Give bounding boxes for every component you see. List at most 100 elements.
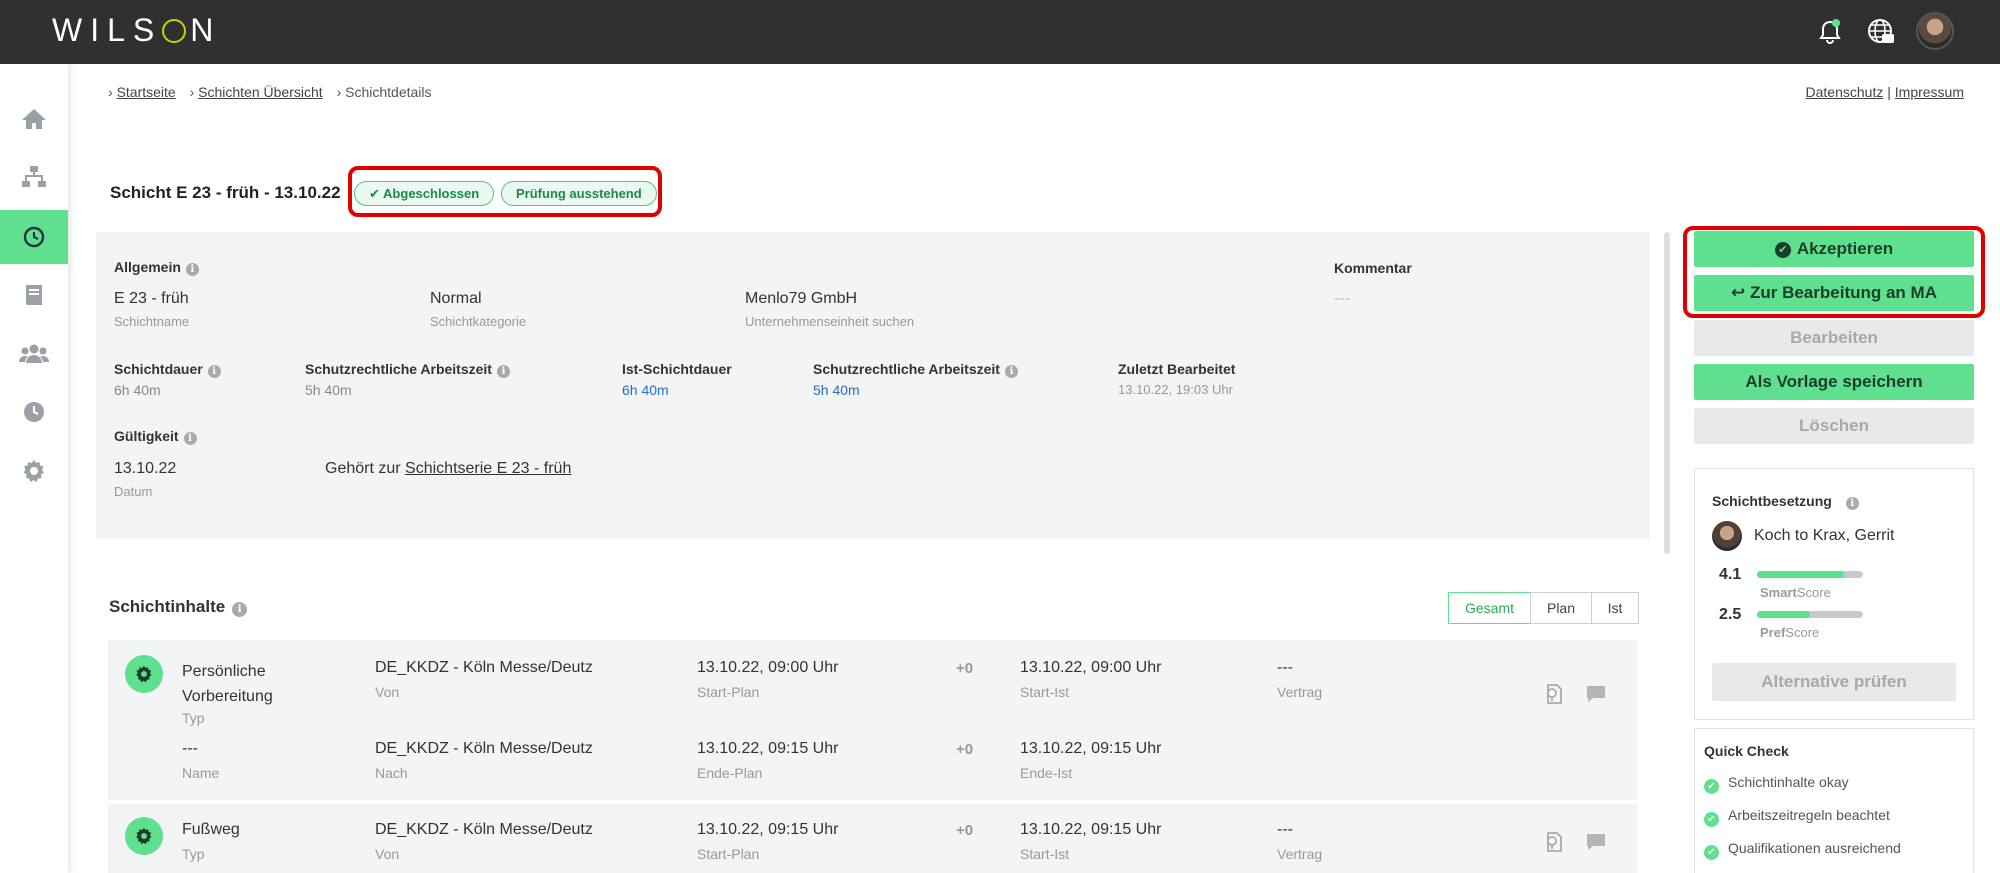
- imprint-link[interactable]: Impressum: [1895, 84, 1964, 100]
- row-start-actual-value: 13.10.22, 09:00 Uhr: [1020, 659, 1162, 676]
- row-start-actual-value: 13.10.22, 09:15 Uhr: [1020, 821, 1162, 838]
- row-contract-value: ---: [1277, 659, 1293, 676]
- validity-date-value: 13.10.22: [114, 460, 177, 477]
- series-link[interactable]: Schichtserie E 23 - früh: [405, 460, 571, 477]
- smart-score-value: 4.1: [1719, 566, 1742, 583]
- row-contract-value: ---: [1277, 821, 1293, 838]
- row-contract-label: Vertrag: [1277, 684, 1323, 700]
- users-icon: [19, 344, 49, 363]
- gear-icon: [23, 460, 44, 482]
- edit-button[interactable]: Bearbeiten: [1694, 320, 1974, 356]
- info-icon[interactable]: i: [207, 365, 221, 378]
- page-title: Schicht E 23 - früh - 13.10.22: [110, 183, 341, 202]
- scrollbar[interactable]: [1664, 232, 1670, 554]
- employee-avatar: [1712, 521, 1742, 551]
- unit-label: Unternehmenseinheit suchen: [745, 314, 915, 329]
- row-start-actual-label: Start-Ist: [1020, 846, 1070, 862]
- row-start-delta: +0: [956, 822, 974, 839]
- location-document-icon[interactable]: [1542, 830, 1566, 854]
- home-icon: [22, 109, 46, 129]
- location-document-icon[interactable]: [1542, 682, 1566, 706]
- privacy-link[interactable]: Datenschutz: [1806, 84, 1884, 100]
- protected-time-actual-value: 5h 40m: [813, 382, 860, 398]
- sidebar-item-home[interactable]: [0, 92, 68, 146]
- row-to-label: Nach: [375, 765, 408, 781]
- info-icon[interactable]: i: [232, 602, 248, 617]
- check-circle-icon: ✔: [1704, 779, 1719, 794]
- shift-category-label: Schichtkategorie: [430, 314, 527, 329]
- accept-button[interactable]: ✔ Akzeptieren: [1694, 231, 1974, 267]
- staffing-title: Schichtbesetzung i: [1712, 493, 1859, 510]
- sidebar-item-shifts[interactable]: [0, 210, 68, 264]
- row-end-plan-label: Ende-Plan: [697, 765, 763, 781]
- comment-icon[interactable]: [1584, 682, 1608, 706]
- row-from-value: DE_KKDZ - Köln Messe/Deutz: [375, 659, 593, 676]
- staffing-card: Schichtbesetzung i Koch to Krax, Gerrit 4…: [1694, 468, 1974, 720]
- legal-separator: |: [1887, 84, 1891, 100]
- return-to-employee-button[interactable]: ↩ Zur Bearbeitung an MA: [1694, 275, 1974, 311]
- content-row[interactable]: [108, 804, 1638, 873]
- comment-icon[interactable]: [1584, 830, 1608, 854]
- row-from-label: Von: [375, 684, 400, 700]
- delete-button[interactable]: Löschen: [1694, 408, 1974, 444]
- status-badge-review-pending: Prüfung ausstehend: [501, 181, 657, 206]
- general-info-panel: Allgemein i E 23 - früh Schichtname Norma…: [96, 232, 1650, 538]
- gear-icon: [125, 817, 163, 855]
- row-start-plan-value: 13.10.22, 09:15 Uhr: [697, 821, 839, 838]
- breadcrumb-home-link[interactable]: Startseite: [117, 84, 176, 100]
- language-globe-icon[interactable]: [1862, 14, 1898, 50]
- validity-date-label: Datum: [114, 484, 153, 499]
- save-template-button[interactable]: Als Vorlage speichern: [1694, 364, 1974, 400]
- last-edited-value: 13.10.22, 19:03 Uhr: [1118, 382, 1233, 397]
- content-row[interactable]: [108, 640, 1638, 800]
- check-circle-icon: ✔: [1704, 845, 1719, 860]
- check-alternative-button[interactable]: Alternative prüfen: [1712, 663, 1956, 701]
- wilson-logo[interactable]: WILS N: [52, 12, 221, 49]
- info-icon[interactable]: i: [1845, 497, 1859, 510]
- notification-bell-icon[interactable]: [1812, 14, 1848, 50]
- row-start-delta: +0: [956, 660, 974, 677]
- row-type-value: Fußweg: [182, 821, 240, 838]
- employee-name[interactable]: Koch to Krax, Gerrit: [1754, 527, 1895, 545]
- user-avatar[interactable]: [1916, 12, 1954, 50]
- shift-name-label: Schichtname: [114, 314, 190, 329]
- tab-actual[interactable]: Ist: [1591, 592, 1639, 624]
- series-info: Gehört zur Schichtserie E 23 - früh: [325, 460, 572, 477]
- network-icon: [22, 166, 46, 187]
- quick-check-item: ✔ Arbeitszeitregeln beachtet: [1704, 807, 1890, 827]
- quick-check-item: ✔ Schichtinhalte okay: [1704, 774, 1849, 794]
- general-section-label: Allgemein i: [114, 259, 199, 276]
- row-start-plan-label: Start-Plan: [697, 684, 760, 700]
- pref-score-bar: [1757, 611, 1863, 618]
- duration-label: Schichtdauer i: [114, 361, 221, 378]
- row-start-plan-value: 13.10.22, 09:00 Uhr: [697, 659, 839, 676]
- duration-value: 6h 40m: [114, 382, 161, 398]
- pref-score-label: PrefScore: [1760, 625, 1820, 640]
- actual-duration-label: Ist-Schichtdauer: [622, 361, 732, 377]
- legal-links: Datenschutz | Impressum: [1806, 84, 1964, 100]
- info-icon[interactable]: i: [496, 365, 510, 378]
- sidebar-item-book[interactable]: [0, 268, 68, 322]
- book-icon: [26, 285, 42, 305]
- row-start-actual-label: Start-Ist: [1020, 684, 1070, 700]
- info-icon[interactable]: i: [185, 263, 199, 276]
- row-end-actual-label: Ende-Ist: [1020, 765, 1073, 781]
- sidebar-item-time[interactable]: [0, 385, 68, 439]
- quick-check-item: ✔ Qualifikationen ausreichend: [1704, 840, 1901, 860]
- info-icon[interactable]: i: [1004, 365, 1018, 378]
- gear-icon: [125, 655, 163, 693]
- breadcrumb-shifts-link[interactable]: Schichten Übersicht: [198, 84, 323, 100]
- tab-plan[interactable]: Plan: [1530, 592, 1592, 624]
- unit-value: Menlo79 GmbH: [745, 290, 858, 307]
- tab-total[interactable]: Gesamt: [1448, 592, 1531, 624]
- sidebar-item-network[interactable]: [0, 150, 68, 204]
- protected-time-value: 5h 40m: [305, 382, 352, 398]
- breadcrumb-current: Schichtdetails: [345, 84, 432, 100]
- sidebar-item-team[interactable]: [0, 326, 68, 380]
- row-type-label: Typ: [182, 710, 205, 726]
- breadcrumb: › Startseite › Schichten Übersicht › Sch…: [108, 84, 432, 100]
- protected-time-label: Schutzrechtliche Arbeitszeit i: [305, 361, 510, 378]
- status-badge-completed: ✔ Abgeschlossen: [354, 181, 495, 206]
- sidebar-item-settings[interactable]: [0, 444, 68, 498]
- info-icon[interactable]: i: [183, 432, 197, 445]
